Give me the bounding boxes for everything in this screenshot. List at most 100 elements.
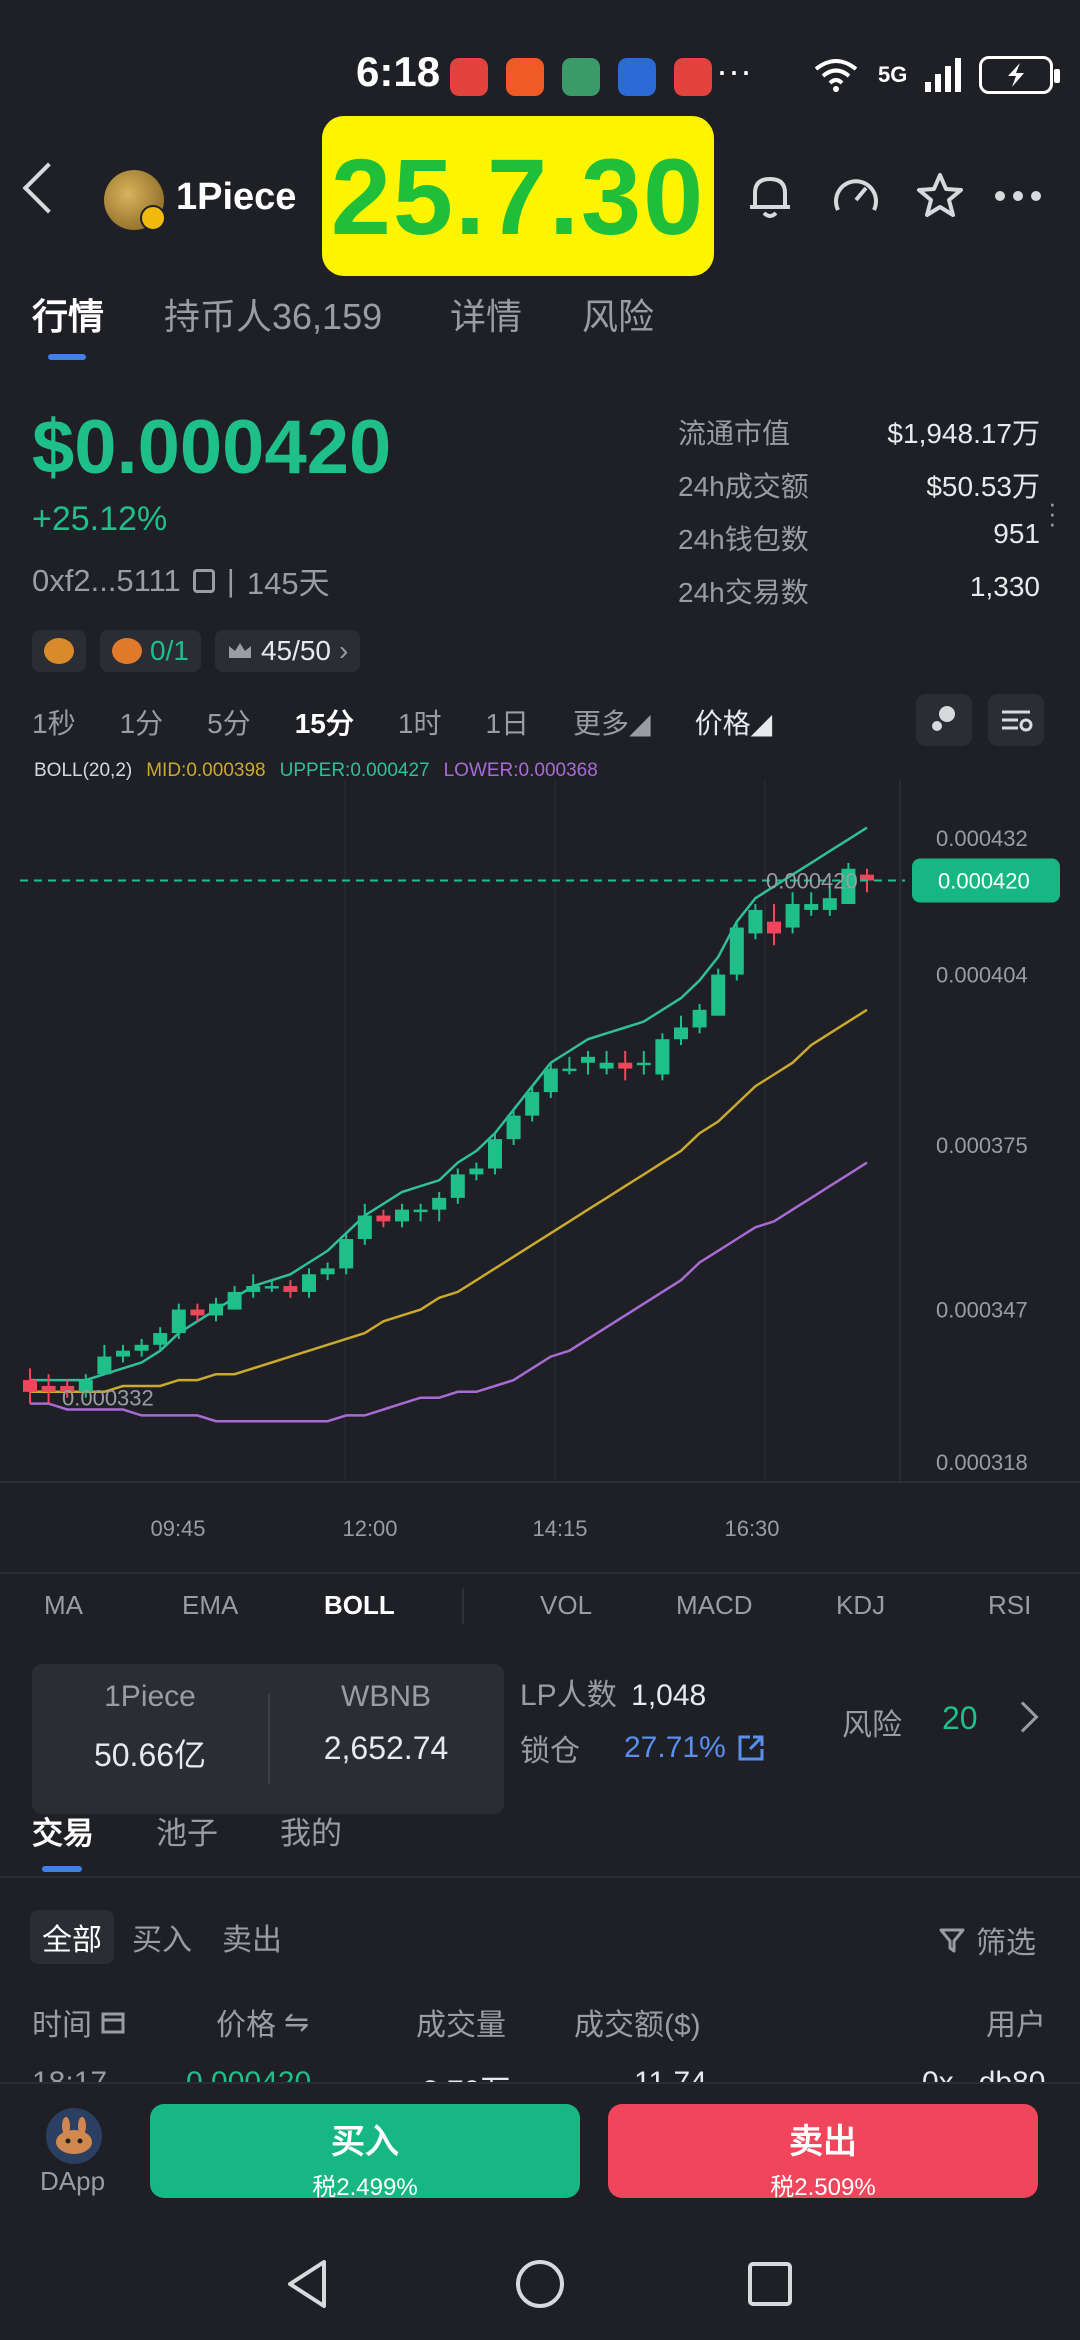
price-chart[interactable]: 0.000420 0.000420 0.000332 0.000432 0.000404… (0, 780, 1080, 1560)
tf-price[interactable]: 价格◢ (695, 702, 773, 742)
candle-body (450, 1174, 465, 1198)
tf-1s[interactable]: 1秒 (32, 702, 76, 742)
column-price[interactable]: 价格 ⇋ (216, 2000, 309, 2044)
candle-body (543, 1068, 558, 1093)
contract-address: 0xf2...5111 (32, 562, 181, 598)
y-axis-label: 0.000432 (936, 826, 1028, 851)
indicator-rsi[interactable]: RSI (988, 1590, 1031, 1621)
filter-sell[interactable]: 卖出 (210, 1910, 294, 1964)
swap-icon: ⇋ (284, 2005, 310, 2039)
indicator-ema[interactable]: EMA (182, 1590, 238, 1621)
tab-mine[interactable]: 我的 (280, 1808, 342, 1853)
boll-upper-line (30, 826, 868, 1382)
candle-body (395, 1209, 409, 1222)
candle-body (729, 927, 744, 975)
lock-ratio[interactable]: 锁仓 27.71% (520, 1726, 766, 1770)
token-age: 145天 (246, 566, 330, 601)
sell-label: 卖出 (789, 2123, 857, 2161)
tf-15m[interactable]: 15分 (295, 702, 354, 742)
huawei-app-icon (674, 58, 712, 96)
indicator-kdj[interactable]: KDJ (836, 1590, 885, 1621)
tab-holders[interactable]: 持币人36,159 (164, 288, 382, 340)
separator: | (226, 562, 235, 598)
filter-buy[interactable]: 买入 (120, 1910, 204, 1964)
tf-5m[interactable]: 5分 (207, 702, 251, 742)
indicator-boll[interactable]: BOLL (324, 1590, 395, 1621)
stat-market-cap: 流通市值 $1,948.17万 (678, 412, 1040, 465)
filter-all[interactable]: 全部 (30, 1910, 114, 1964)
copy-icon[interactable] (192, 568, 215, 593)
column-price-label: 价格 (216, 2009, 276, 2042)
nav-recents-icon[interactable] (746, 2260, 794, 2308)
column-time[interactable]: 时间 (32, 2000, 126, 2044)
tf-1h[interactable]: 1时 (398, 702, 442, 742)
candle-body (655, 1039, 670, 1075)
candle-body (283, 1286, 298, 1292)
current-price-tag-text: 0.000420 (938, 869, 1030, 894)
candle-body (488, 1139, 502, 1169)
timeframe-selector: 1秒 1分 5分 15分 1时 1日 更多◢ 价格◢ (32, 702, 816, 742)
candle-body (748, 909, 763, 934)
star-icon[interactable] (912, 168, 968, 224)
draw-tool-button[interactable] (916, 694, 972, 746)
dapp-label[interactable]: DApp (40, 2166, 105, 2197)
tab-details[interactable]: 详情 (450, 288, 522, 340)
candle-body (525, 1092, 540, 1116)
candle-body (23, 1380, 37, 1392)
pancakeswap-icon[interactable] (46, 2108, 102, 2164)
liquidity-pool-card[interactable]: 1Piece 50.66亿 WBNB 2,652.74 (32, 1664, 504, 1814)
speedometer-icon[interactable] (828, 168, 884, 224)
x-axis-label: 16:30 (724, 1516, 779, 1541)
token-name: 1Piece (176, 176, 297, 218)
tf-1d[interactable]: 1日 (485, 702, 529, 742)
indicator-macd[interactable]: MACD (676, 1590, 753, 1621)
buy-button[interactable]: 买入 税2.499% (150, 2104, 580, 2201)
sell-tax: 税2.509% (770, 2174, 876, 2201)
dev-chip[interactable]: 0/1 (100, 630, 201, 672)
candle-body (804, 904, 819, 910)
bell-icon[interactable] (742, 168, 798, 224)
nav-home-icon[interactable] (514, 2258, 566, 2310)
candle-body (469, 1168, 484, 1175)
indicator-ma[interactable]: MA (44, 1590, 83, 1621)
filter-button[interactable]: 筛选 (938, 1918, 1036, 1962)
nav-back-icon[interactable] (284, 2258, 332, 2310)
rank-chip[interactable]: 45/50 › (214, 630, 361, 672)
boll-legend: BOLL(20,2) MID:0.000398 UPPER:0.000427 L… (34, 760, 598, 782)
candle-body (785, 904, 800, 928)
indicator-tabs: MA EMA BOLL VOL MACD KDJ RSI (0, 1572, 1080, 1640)
risk-label: 风险 (842, 1709, 902, 1742)
tab-indicator (48, 354, 86, 360)
status-indicators: 5G (812, 56, 1061, 94)
side-more-icon[interactable]: · · · (1048, 490, 1057, 536)
x-axis-label: 12:00 (342, 1516, 397, 1541)
contract-address-row[interactable]: 0xf2...5111 | 145天 (32, 558, 330, 603)
indicator-vol[interactable]: VOL (540, 1590, 592, 1621)
tf-more[interactable]: 更多◢ (573, 702, 651, 742)
stat-24h-wallets: 24h钱包数 951 (678, 518, 1040, 571)
filter-button-label: 筛选 (976, 1927, 1036, 1960)
stat-24h-volume: 24h成交额 $50.53万 (678, 465, 1040, 518)
external-link-icon[interactable] (736, 1733, 766, 1763)
stat-value: $50.53万 (926, 471, 1040, 502)
chart-settings-button[interactable] (988, 694, 1044, 746)
coins-chip[interactable] (32, 630, 86, 672)
chevron-right-icon[interactable] (1007, 1701, 1039, 1733)
app-icon (562, 58, 600, 96)
tab-risk[interactable]: 风险 (582, 288, 654, 340)
sell-button[interactable]: 卖出 税2.509% (608, 2104, 1038, 2201)
token-stats: 流通市值 $1,948.17万 24h成交额 $50.53万 24h钱包数 95… (678, 412, 1040, 624)
tab-trades[interactable]: 交易 (32, 1808, 94, 1853)
candle-body (357, 1215, 372, 1240)
more-icon[interactable] (990, 168, 1046, 224)
coins-icon (44, 638, 74, 664)
risk-score[interactable]: 20 (942, 1700, 978, 1737)
boll-lower-line (30, 1161, 868, 1423)
dev-count: 0/1 (150, 635, 189, 666)
pool-token-b: WBNB 2,652.74 (268, 1680, 504, 1767)
back-button[interactable] (22, 162, 74, 214)
tab-pools[interactable]: 池子 (156, 1808, 218, 1853)
tab-market[interactable]: 行情 (32, 288, 104, 340)
y-axis-label: 0.000375 (936, 1133, 1028, 1158)
tf-1m[interactable]: 1分 (120, 702, 164, 742)
